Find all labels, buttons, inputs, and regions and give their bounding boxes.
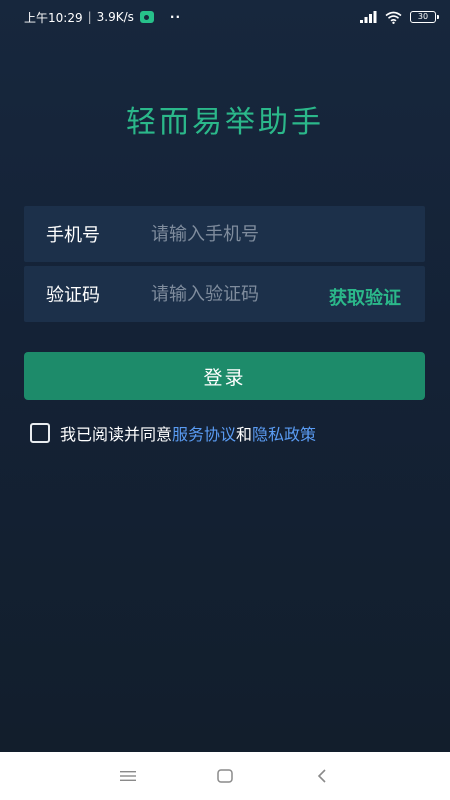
status-time: 上午10:29 xyxy=(24,10,83,25)
service-agreement-link[interactable]: 服务协议 xyxy=(172,421,236,445)
app-title: 轻而易举助手 xyxy=(126,105,324,140)
wifi-icon xyxy=(385,11,402,24)
more-notifications-icon: ·· xyxy=(169,10,182,24)
agreement-checkbox[interactable] xyxy=(30,423,50,443)
back-icon[interactable] xyxy=(310,764,334,788)
code-input[interactable] xyxy=(129,266,279,322)
agreement-prefix: 我已阅读并同意 xyxy=(60,425,173,444)
phone-input[interactable] xyxy=(129,206,425,262)
status-left: 上午10:29 | 3.9K/s ·· xyxy=(24,9,181,26)
menu-icon[interactable] xyxy=(116,764,140,788)
agreement-conjunction: 和 xyxy=(236,425,253,444)
privacy-policy-link[interactable]: 隐私政策 xyxy=(252,421,316,445)
battery-icon: 30 xyxy=(410,11,439,23)
system-navigation-bar xyxy=(0,752,450,800)
status-bar: 上午10:29 | 3.9K/s ·· 30 xyxy=(0,0,450,34)
battery-level: 30 xyxy=(417,12,429,21)
get-code-button[interactable]: 获取验证 xyxy=(329,278,401,310)
code-label: 验证码 xyxy=(46,285,100,306)
agreement-row: 我已阅读并同意 服务协议 和 隐私政策 xyxy=(30,421,316,445)
status-separator: | xyxy=(87,10,92,24)
phone-label: 手机号 xyxy=(46,225,100,246)
status-right: 30 xyxy=(360,11,439,24)
signal-icon xyxy=(360,11,377,23)
phone-field: 手机号 xyxy=(24,206,425,262)
login-button[interactable]: 登录 xyxy=(24,352,425,400)
login-screen: 上午10:29 | 3.9K/s ·· 30 轻而易举助手 手机号 请输入手机号… xyxy=(0,0,450,752)
app-notification-icon xyxy=(139,11,154,23)
code-field: 验证码 获取验证 xyxy=(24,266,425,322)
home-icon[interactable] xyxy=(213,764,237,788)
network-speed: 3.9K/s xyxy=(96,10,134,24)
